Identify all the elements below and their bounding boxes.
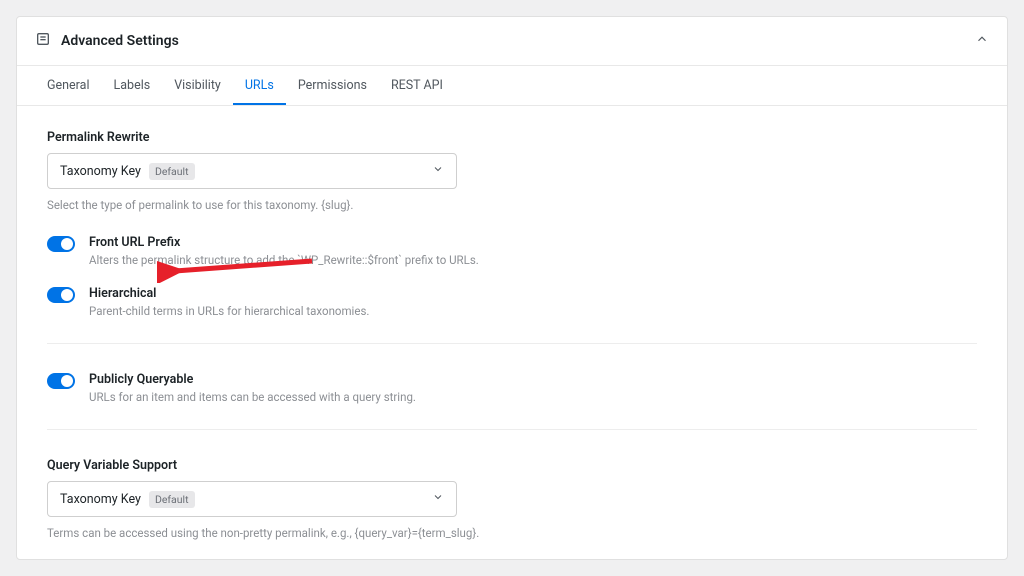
- permalink-help: Select the type of permalink to use for …: [47, 197, 977, 213]
- publicly-queryable-label: Publicly Queryable: [89, 372, 977, 387]
- publicly-queryable-row: Publicly Queryable URLs for an item and …: [47, 372, 977, 405]
- front-url-toggle[interactable]: [47, 236, 75, 252]
- divider: [47, 343, 977, 344]
- front-url-desc: Alters the permalink structure to add th…: [89, 252, 977, 268]
- chevron-up-icon[interactable]: [975, 32, 989, 50]
- panel-body: Permalink Rewrite Taxonomy Key Default S…: [17, 106, 1007, 559]
- tab-permissions[interactable]: Permissions: [286, 66, 379, 105]
- panel-title: Advanced Settings: [61, 33, 179, 49]
- divider: [47, 429, 977, 430]
- default-badge: Default: [149, 491, 195, 508]
- query-var-value: Taxonomy Key: [60, 492, 141, 507]
- hierarchical-label: Hierarchical: [89, 286, 977, 301]
- settings-section-icon: [35, 31, 51, 51]
- panel-header[interactable]: Advanced Settings: [17, 17, 1007, 66]
- hierarchical-row: Hierarchical Parent-child terms in URLs …: [47, 286, 977, 319]
- chevron-down-icon: [432, 163, 444, 179]
- publicly-queryable-desc: URLs for an item and items can be access…: [89, 389, 977, 405]
- hierarchical-desc: Parent-child terms in URLs for hierarchi…: [89, 303, 977, 319]
- tab-general[interactable]: General: [35, 66, 102, 105]
- query-var-select[interactable]: Taxonomy Key Default: [47, 481, 457, 517]
- chevron-down-icon: [432, 491, 444, 507]
- permalink-select[interactable]: Taxonomy Key Default: [47, 153, 457, 189]
- front-url-label: Front URL Prefix: [89, 235, 977, 250]
- advanced-settings-panel: Advanced Settings General Labels Visibil…: [16, 16, 1008, 560]
- front-url-prefix-row: Front URL Prefix Alters the permalink st…: [47, 235, 977, 268]
- tab-labels[interactable]: Labels: [102, 66, 163, 105]
- default-badge: Default: [149, 163, 195, 180]
- query-var-label: Query Variable Support: [47, 458, 977, 473]
- permalink-label: Permalink Rewrite: [47, 130, 977, 145]
- tab-urls[interactable]: URLs: [233, 66, 286, 105]
- tabs: General Labels Visibility URLs Permissio…: [17, 66, 1007, 106]
- tab-rest-api[interactable]: REST API: [379, 66, 455, 105]
- permalink-value: Taxonomy Key: [60, 164, 141, 179]
- query-var-help: Terms can be accessed using the non-pret…: [47, 525, 977, 541]
- publicly-queryable-toggle[interactable]: [47, 373, 75, 389]
- query-variable-field: Query Variable Support Taxonomy Key Defa…: [47, 458, 977, 541]
- permalink-rewrite-field: Permalink Rewrite Taxonomy Key Default S…: [47, 130, 977, 213]
- hierarchical-toggle[interactable]: [47, 287, 75, 303]
- tab-visibility[interactable]: Visibility: [162, 66, 233, 105]
